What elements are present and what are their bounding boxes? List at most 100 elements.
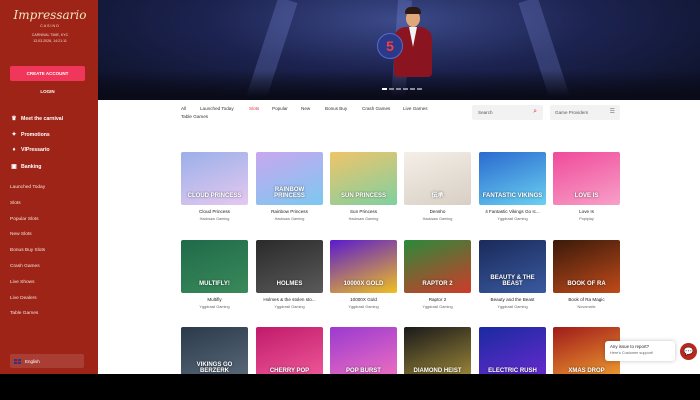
- category-link[interactable]: New Slots: [10, 232, 32, 237]
- game-card[interactable]: 10000X GOLD 10000X Gold Yggdrasil Gaming: [330, 240, 397, 309]
- category-link[interactable]: Bonus Buy Slots: [10, 248, 45, 253]
- chat-line-1: Any issue to report?: [610, 344, 650, 349]
- game-thumbnail-title: 伝承: [431, 193, 444, 199]
- game-card[interactable]: ELECTRIC RUSH: [479, 327, 546, 380]
- game-thumbnail[interactable]: CLOUD PRINCESS: [181, 152, 248, 205]
- hero-banner[interactable]: 5: [98, 0, 700, 100]
- tab[interactable]: Slots: [249, 106, 259, 111]
- game-card[interactable]: RAINBOW PRINCESS Rainbow Princess Hacksaw …: [256, 152, 323, 221]
- wallet-icon: ▣: [11, 164, 17, 170]
- tab[interactable]: Crash Games: [362, 106, 390, 111]
- game-name: Love Is: [579, 209, 594, 214]
- game-card[interactable]: VIKINGS GO BERZERK: [181, 327, 248, 380]
- chat-icon: 💬: [683, 347, 694, 356]
- category-link[interactable]: Live Shows: [10, 280, 35, 285]
- carousel-dot[interactable]: [389, 88, 394, 90]
- carousel-dot[interactable]: [410, 88, 415, 90]
- game-provider: Hacksaw Gaming: [422, 217, 453, 221]
- uk-flag-icon: [14, 358, 21, 364]
- tab[interactable]: Live Games: [403, 106, 428, 111]
- game-thumbnail[interactable]: LOVE IS: [553, 152, 620, 205]
- game-card[interactable]: SUN PRINCESS Sun Princess Hacksaw Gaming: [330, 152, 397, 221]
- game-provider: Yggdrasil Gaming: [199, 305, 230, 309]
- category-link[interactable]: Popular Slots: [10, 217, 39, 222]
- carousel-dot[interactable]: [396, 88, 401, 90]
- game-thumbnail[interactable]: VIKINGS GO BERZERK: [181, 327, 248, 380]
- support-chat-bubble[interactable]: Any issue to report? Here's Customer sup…: [605, 341, 675, 361]
- menu-item[interactable]: ▣ Banking: [10, 163, 42, 171]
- game-card[interactable]: 伝承 Densho Hacksaw Gaming: [404, 152, 471, 221]
- menu-item[interactable]: ♦ VIPressario: [10, 147, 50, 153]
- menu-item-label: VIPressario: [21, 147, 50, 153]
- brand-logo[interactable]: Impressario: [12, 8, 88, 22]
- category-link[interactable]: Table Games: [10, 311, 38, 316]
- game-card[interactable]: BEAUTY & THE BEAST Beauty and the Beast Yg…: [479, 240, 546, 309]
- game-thumbnail[interactable]: 10000X GOLD: [330, 240, 397, 293]
- carousel-dot[interactable]: [382, 88, 387, 90]
- bottom-bar: [0, 374, 700, 400]
- game-thumbnail[interactable]: CHERRY POP: [256, 327, 323, 380]
- category-link[interactable]: Crash Games: [10, 264, 40, 269]
- game-thumbnail[interactable]: SUN PRINCESS: [330, 152, 397, 205]
- menu-item[interactable]: ♛ Meet the carnival: [10, 115, 64, 123]
- menu-item-label: Meet the carnival: [21, 115, 64, 122]
- game-card[interactable]: DIAMOND HEIST: [404, 327, 471, 380]
- game-thumbnail-title: SUN PRINCESS: [340, 193, 386, 199]
- search-input[interactable]: Search ⌕: [472, 105, 543, 120]
- category-link[interactable]: Launched Today: [10, 185, 45, 190]
- chat-button[interactable]: 💬: [680, 343, 697, 360]
- game-thumbnail[interactable]: 伝承: [404, 152, 471, 205]
- game-thumbnail[interactable]: BEAUTY & THE BEAST: [479, 240, 546, 293]
- tab[interactable]: Bonus Buy: [325, 106, 347, 111]
- providers-label: Game Providers: [555, 110, 589, 115]
- hero-badge: 5: [377, 33, 403, 59]
- tab[interactable]: New: [301, 106, 310, 111]
- carousel-dot[interactable]: [403, 88, 408, 90]
- game-thumbnail[interactable]: MULTIFLY!: [181, 240, 248, 293]
- game-thumbnail[interactable]: FANTASTIC VIKINGS: [479, 152, 546, 205]
- game-card[interactable]: POP BURST: [330, 327, 397, 380]
- create-account-button[interactable]: CREATE ACCOUNT: [10, 66, 85, 81]
- login-link[interactable]: LOGIN: [10, 89, 85, 94]
- sidebar: Impressario CASINO CARNIVAL TIME, KYC 13…: [0, 0, 98, 374]
- tab[interactable]: Popular: [272, 106, 288, 111]
- game-thumbnail[interactable]: BOOK OF RA: [553, 240, 620, 293]
- game-thumbnail-title: HOLMES: [276, 281, 303, 287]
- tab[interactable]: Launched Today: [200, 106, 234, 111]
- game-providers-dropdown[interactable]: Game Providers ☰: [550, 105, 620, 120]
- app: Impressario CASINO CARNIVAL TIME, KYC 13…: [0, 0, 700, 400]
- category-link[interactable]: Live Dealers: [10, 296, 37, 301]
- carousel-dots[interactable]: [382, 88, 422, 90]
- search-icon[interactable]: ⌕: [533, 108, 537, 116]
- game-thumbnail[interactable]: RAINBOW PRINCESS: [256, 152, 323, 205]
- menu-item-label: Banking: [21, 163, 42, 170]
- game-card[interactable]: HOLMES Holmes & the stolen sto... Yggdrasi…: [256, 240, 323, 309]
- meta-line-2: 13.03.2026, 14:21:11: [33, 39, 67, 43]
- game-name: Raptor 2: [428, 297, 447, 302]
- game-provider: Popiplay: [579, 217, 594, 221]
- tab[interactable]: All: [181, 106, 186, 111]
- game-thumbnail[interactable]: DIAMOND HEIST: [404, 327, 471, 380]
- game-card[interactable]: BOOK OF RA Book of Ra Magic Novomatic: [553, 240, 620, 309]
- game-provider: Yggdrasil Gaming: [274, 305, 305, 309]
- game-card[interactable]: MULTIFLY! Multifly Yggdrasil Gaming: [181, 240, 248, 309]
- language-selector[interactable]: English: [10, 354, 84, 368]
- tab[interactable]: Table Games: [181, 114, 208, 119]
- game-thumbnail-title: 10000X GOLD: [343, 281, 384, 287]
- menu-item[interactable]: ✦ Promotions: [10, 131, 49, 139]
- filter-icon: ☰: [609, 109, 615, 115]
- game-card[interactable]: FANTASTIC VIKINGS 4 Fantastic Vikings Go …: [479, 152, 546, 221]
- game-thumbnail[interactable]: POP BURST: [330, 327, 397, 380]
- game-card[interactable]: RAPTOR 2 Raptor 2 Yggdrasil Gaming: [404, 240, 471, 309]
- carousel-dot[interactable]: [417, 88, 422, 90]
- game-thumbnail[interactable]: ELECTRIC RUSH: [479, 327, 546, 380]
- game-provider: Yggdrasil Gaming: [497, 305, 528, 309]
- game-thumbnail[interactable]: RAPTOR 2: [404, 240, 471, 293]
- game-thumbnail[interactable]: HOLMES: [256, 240, 323, 293]
- category-link[interactable]: Slots: [10, 201, 21, 206]
- game-card[interactable]: CHERRY POP: [256, 327, 323, 380]
- game-card[interactable]: LOVE IS Love Is Popiplay: [553, 152, 620, 221]
- game-name: Densho: [429, 209, 446, 214]
- game-provider: Novomatic: [577, 305, 596, 309]
- game-card[interactable]: CLOUD PRINCESS Cloud Princess Hacksaw Gami…: [181, 152, 248, 221]
